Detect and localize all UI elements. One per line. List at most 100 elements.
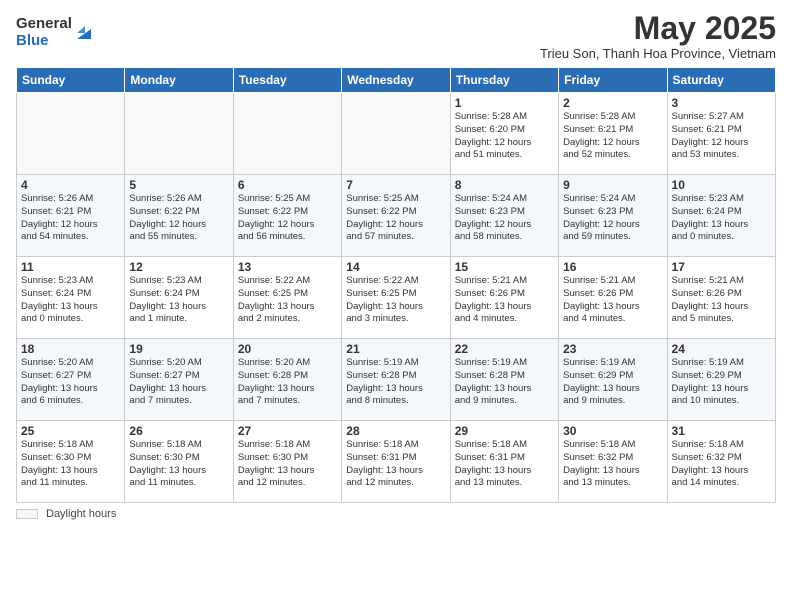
- day-info: Sunrise: 5:18 AM Sunset: 6:32 PM Dayligh…: [672, 439, 771, 490]
- day-number: 28: [346, 424, 445, 438]
- calendar-week-4: 18Sunrise: 5:20 AM Sunset: 6:27 PM Dayli…: [17, 339, 776, 421]
- calendar-cell: 13Sunrise: 5:22 AM Sunset: 6:25 PM Dayli…: [233, 257, 341, 339]
- footer: Daylight hours: [16, 508, 776, 520]
- calendar-cell: 12Sunrise: 5:23 AM Sunset: 6:24 PM Dayli…: [125, 257, 233, 339]
- calendar-cell: 20Sunrise: 5:20 AM Sunset: 6:28 PM Dayli…: [233, 339, 341, 421]
- calendar-header-friday: Friday: [559, 68, 667, 93]
- day-info: Sunrise: 5:23 AM Sunset: 6:24 PM Dayligh…: [672, 193, 771, 244]
- day-info: Sunrise: 5:23 AM Sunset: 6:24 PM Dayligh…: [129, 275, 228, 326]
- day-number: 22: [455, 342, 554, 356]
- day-info: Sunrise: 5:19 AM Sunset: 6:29 PM Dayligh…: [672, 357, 771, 408]
- day-info: Sunrise: 5:23 AM Sunset: 6:24 PM Dayligh…: [21, 275, 120, 326]
- calendar-cell: 8Sunrise: 5:24 AM Sunset: 6:23 PM Daylig…: [450, 175, 558, 257]
- day-number: 26: [129, 424, 228, 438]
- calendar-cell: 10Sunrise: 5:23 AM Sunset: 6:24 PM Dayli…: [667, 175, 775, 257]
- day-info: Sunrise: 5:22 AM Sunset: 6:25 PM Dayligh…: [238, 275, 337, 326]
- day-number: 19: [129, 342, 228, 356]
- calendar-header-wednesday: Wednesday: [342, 68, 450, 93]
- calendar-header-tuesday: Tuesday: [233, 68, 341, 93]
- day-info: Sunrise: 5:21 AM Sunset: 6:26 PM Dayligh…: [455, 275, 554, 326]
- day-number: 9: [563, 178, 662, 192]
- calendar-cell: 25Sunrise: 5:18 AM Sunset: 6:30 PM Dayli…: [17, 421, 125, 503]
- calendar-cell: 24Sunrise: 5:19 AM Sunset: 6:29 PM Dayli…: [667, 339, 775, 421]
- day-number: 20: [238, 342, 337, 356]
- logo: General Blue: [16, 16, 93, 49]
- calendar-week-3: 11Sunrise: 5:23 AM Sunset: 6:24 PM Dayli…: [17, 257, 776, 339]
- day-info: Sunrise: 5:18 AM Sunset: 6:31 PM Dayligh…: [346, 439, 445, 490]
- day-info: Sunrise: 5:28 AM Sunset: 6:21 PM Dayligh…: [563, 111, 662, 162]
- day-info: Sunrise: 5:18 AM Sunset: 6:30 PM Dayligh…: [129, 439, 228, 490]
- day-number: 3: [672, 96, 771, 110]
- day-number: 8: [455, 178, 554, 192]
- day-info: Sunrise: 5:19 AM Sunset: 6:28 PM Dayligh…: [455, 357, 554, 408]
- day-number: 6: [238, 178, 337, 192]
- calendar-week-1: 1Sunrise: 5:28 AM Sunset: 6:20 PM Daylig…: [17, 93, 776, 175]
- calendar-header-thursday: Thursday: [450, 68, 558, 93]
- calendar-week-2: 4Sunrise: 5:26 AM Sunset: 6:21 PM Daylig…: [17, 175, 776, 257]
- calendar-cell: 2Sunrise: 5:28 AM Sunset: 6:21 PM Daylig…: [559, 93, 667, 175]
- legend-label: Daylight hours: [46, 508, 116, 520]
- calendar-cell: 14Sunrise: 5:22 AM Sunset: 6:25 PM Dayli…: [342, 257, 450, 339]
- day-number: 11: [21, 260, 120, 274]
- calendar-cell: 22Sunrise: 5:19 AM Sunset: 6:28 PM Dayli…: [450, 339, 558, 421]
- calendar-cell: 16Sunrise: 5:21 AM Sunset: 6:26 PM Dayli…: [559, 257, 667, 339]
- calendar-cell: [125, 93, 233, 175]
- calendar-cell: 29Sunrise: 5:18 AM Sunset: 6:31 PM Dayli…: [450, 421, 558, 503]
- calendar-header-saturday: Saturday: [667, 68, 775, 93]
- calendar-cell: 9Sunrise: 5:24 AM Sunset: 6:23 PM Daylig…: [559, 175, 667, 257]
- calendar-week-5: 25Sunrise: 5:18 AM Sunset: 6:30 PM Dayli…: [17, 421, 776, 503]
- title-block: May 2025 Trieu Son, Thanh Hoa Province, …: [540, 12, 776, 61]
- logo-blue-text: Blue: [16, 33, 72, 50]
- day-info: Sunrise: 5:18 AM Sunset: 6:32 PM Dayligh…: [563, 439, 662, 490]
- day-info: Sunrise: 5:26 AM Sunset: 6:22 PM Dayligh…: [129, 193, 228, 244]
- day-info: Sunrise: 5:18 AM Sunset: 6:30 PM Dayligh…: [21, 439, 120, 490]
- day-number: 7: [346, 178, 445, 192]
- calendar-header-row: SundayMondayTuesdayWednesdayThursdayFrid…: [17, 68, 776, 93]
- calendar-cell: 23Sunrise: 5:19 AM Sunset: 6:29 PM Dayli…: [559, 339, 667, 421]
- legend-box: [16, 509, 38, 519]
- calendar-header-sunday: Sunday: [17, 68, 125, 93]
- day-number: 14: [346, 260, 445, 274]
- day-number: 23: [563, 342, 662, 356]
- calendar-cell: 17Sunrise: 5:21 AM Sunset: 6:26 PM Dayli…: [667, 257, 775, 339]
- day-number: 24: [672, 342, 771, 356]
- day-number: 10: [672, 178, 771, 192]
- day-number: 12: [129, 260, 228, 274]
- day-info: Sunrise: 5:20 AM Sunset: 6:27 PM Dayligh…: [129, 357, 228, 408]
- day-number: 16: [563, 260, 662, 274]
- calendar-cell: 5Sunrise: 5:26 AM Sunset: 6:22 PM Daylig…: [125, 175, 233, 257]
- day-number: 21: [346, 342, 445, 356]
- calendar-cell: 21Sunrise: 5:19 AM Sunset: 6:28 PM Dayli…: [342, 339, 450, 421]
- page: General Blue May 2025 Trieu Son, Thanh H…: [0, 0, 792, 612]
- calendar-cell: 11Sunrise: 5:23 AM Sunset: 6:24 PM Dayli…: [17, 257, 125, 339]
- calendar-cell: 27Sunrise: 5:18 AM Sunset: 6:30 PM Dayli…: [233, 421, 341, 503]
- calendar-cell: 19Sunrise: 5:20 AM Sunset: 6:27 PM Dayli…: [125, 339, 233, 421]
- day-number: 4: [21, 178, 120, 192]
- calendar-header-monday: Monday: [125, 68, 233, 93]
- logo-general-text: General: [16, 16, 72, 33]
- day-number: 31: [672, 424, 771, 438]
- day-info: Sunrise: 5:21 AM Sunset: 6:26 PM Dayligh…: [563, 275, 662, 326]
- calendar-table: SundayMondayTuesdayWednesdayThursdayFrid…: [16, 67, 776, 503]
- day-info: Sunrise: 5:18 AM Sunset: 6:31 PM Dayligh…: [455, 439, 554, 490]
- day-info: Sunrise: 5:26 AM Sunset: 6:21 PM Dayligh…: [21, 193, 120, 244]
- calendar-cell: [17, 93, 125, 175]
- day-number: 27: [238, 424, 337, 438]
- day-number: 18: [21, 342, 120, 356]
- day-number: 5: [129, 178, 228, 192]
- calendar-cell: 15Sunrise: 5:21 AM Sunset: 6:26 PM Dayli…: [450, 257, 558, 339]
- day-info: Sunrise: 5:20 AM Sunset: 6:27 PM Dayligh…: [21, 357, 120, 408]
- day-info: Sunrise: 5:21 AM Sunset: 6:26 PM Dayligh…: [672, 275, 771, 326]
- day-info: Sunrise: 5:25 AM Sunset: 6:22 PM Dayligh…: [346, 193, 445, 244]
- calendar-cell: 28Sunrise: 5:18 AM Sunset: 6:31 PM Dayli…: [342, 421, 450, 503]
- month-title: May 2025: [540, 12, 776, 44]
- day-number: 1: [455, 96, 554, 110]
- day-number: 13: [238, 260, 337, 274]
- day-info: Sunrise: 5:22 AM Sunset: 6:25 PM Dayligh…: [346, 275, 445, 326]
- day-info: Sunrise: 5:24 AM Sunset: 6:23 PM Dayligh…: [455, 193, 554, 244]
- day-number: 30: [563, 424, 662, 438]
- calendar-cell: [233, 93, 341, 175]
- location-title: Trieu Son, Thanh Hoa Province, Vietnam: [540, 46, 776, 61]
- day-info: Sunrise: 5:20 AM Sunset: 6:28 PM Dayligh…: [238, 357, 337, 408]
- calendar-cell: 7Sunrise: 5:25 AM Sunset: 6:22 PM Daylig…: [342, 175, 450, 257]
